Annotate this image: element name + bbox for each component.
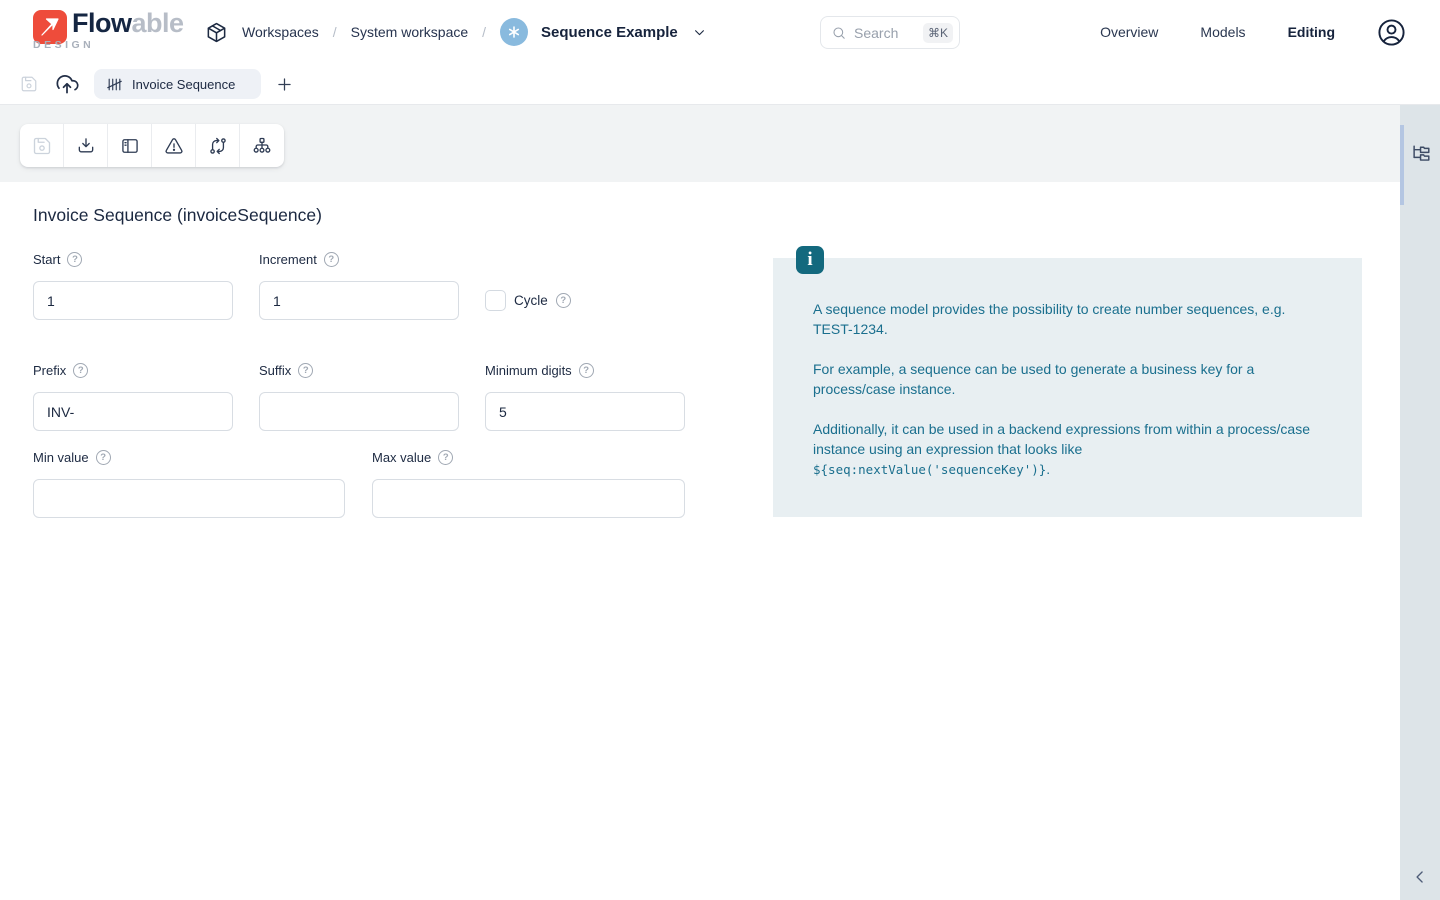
max-value-input[interactable] <box>372 479 685 518</box>
expression-code: ${seq:nextValue('sequenceKey')} <box>813 462 1046 477</box>
info-icon: i <box>796 246 824 274</box>
right-panel-strip <box>1400 105 1440 900</box>
nav-models[interactable]: Models <box>1200 24 1245 40</box>
page-title: Invoice Sequence (invoiceSequence) <box>33 205 322 226</box>
help-icon[interactable] <box>67 252 82 267</box>
min-value-input[interactable] <box>33 479 345 518</box>
max-value-label: Max value <box>372 450 453 465</box>
model-toolbar <box>20 124 284 167</box>
sequence-editor-panel: Invoice Sequence (invoiceSequence) Start… <box>0 182 1400 900</box>
top-navbar: Flowable DESIGN Workspaces / System work… <box>0 0 1440 64</box>
cycle-label: Cycle <box>514 293 571 308</box>
nav-editing[interactable]: Editing <box>1288 24 1335 40</box>
tab-invoice-sequence[interactable]: Invoice Sequence <box>94 69 261 99</box>
info-panel: i A sequence model provides the possibil… <box>773 258 1362 517</box>
hierarchy-button[interactable] <box>240 124 284 167</box>
current-model-name: Sequence Example <box>541 24 678 41</box>
asterisk-icon <box>506 24 522 40</box>
compare-versions-button[interactable] <box>196 124 240 167</box>
min-value-label: Min value <box>33 450 111 465</box>
collapse-panel-chevron-left[interactable] <box>1410 867 1430 887</box>
minimum-digits-input[interactable] <box>485 392 685 431</box>
start-input[interactable] <box>33 281 233 320</box>
save-all-button[interactable] <box>20 75 38 93</box>
current-model-selector[interactable]: Sequence Example <box>500 18 708 46</box>
info-paragraph: A sequence model provides the possibilit… <box>813 299 1318 339</box>
breadcrumb-separator: / <box>333 24 337 40</box>
logo-wordmark: Flowable <box>72 8 184 39</box>
tab-bar: Invoice Sequence <box>0 64 1440 105</box>
minimum-digits-label: Minimum digits <box>485 363 594 378</box>
info-text: A sequence model provides the possibilit… <box>813 299 1318 480</box>
side-panel-layout-button[interactable] <box>108 124 152 167</box>
top-nav-links: Overview Models Editing <box>1100 0 1406 64</box>
sequence-tally-icon <box>106 76 123 93</box>
breadcrumb: Workspaces / System workspace / Sequence… <box>205 0 708 64</box>
panel-accent-bar <box>1400 125 1404 205</box>
help-icon[interactable] <box>438 450 453 465</box>
increment-label: Increment <box>259 252 339 267</box>
info-paragraph: For example, a sequence can be used to g… <box>813 359 1318 399</box>
help-icon[interactable] <box>579 363 594 378</box>
validation-warning-button[interactable] <box>152 124 196 167</box>
help-icon[interactable] <box>298 363 313 378</box>
search-icon <box>831 25 847 41</box>
prefix-label: Prefix <box>33 363 88 378</box>
logo-subtitle: DESIGN <box>33 39 94 51</box>
tab-label: Invoice Sequence <box>132 77 235 92</box>
help-icon[interactable] <box>324 252 339 267</box>
help-icon[interactable] <box>96 450 111 465</box>
breadcrumb-workspaces[interactable]: Workspaces <box>242 24 319 40</box>
account-avatar-icon[interactable] <box>1377 18 1406 47</box>
suffix-input[interactable] <box>259 392 459 431</box>
editor-content-area: Invoice Sequence (invoiceSequence) Start… <box>0 105 1440 900</box>
search-input[interactable] <box>854 25 916 41</box>
search-shortcut-badge: ⌘K <box>923 23 953 43</box>
model-tree-panel-button[interactable] <box>1410 143 1432 165</box>
start-label: Start <box>33 252 82 267</box>
suffix-label: Suffix <box>259 363 313 378</box>
model-avatar <box>500 18 528 46</box>
deploy-cloud-upload-button[interactable] <box>54 71 80 97</box>
prefix-input[interactable] <box>33 392 233 431</box>
deploy-download-button[interactable] <box>64 124 108 167</box>
breadcrumb-system-workspace[interactable]: System workspace <box>351 24 468 40</box>
save-button[interactable] <box>20 124 64 167</box>
workspace-cube-icon <box>205 21 228 44</box>
search-box[interactable]: ⌘K <box>820 16 960 49</box>
nav-overview[interactable]: Overview <box>1100 24 1158 40</box>
increment-input[interactable] <box>259 281 459 320</box>
chevron-down-icon <box>691 24 708 41</box>
add-tab-button[interactable] <box>275 75 294 94</box>
info-paragraph: Additionally, it can be used in a backen… <box>813 419 1318 480</box>
help-icon[interactable] <box>73 363 88 378</box>
breadcrumb-separator: / <box>482 24 486 40</box>
cycle-checkbox[interactable] <box>485 290 506 311</box>
help-icon[interactable] <box>556 293 571 308</box>
